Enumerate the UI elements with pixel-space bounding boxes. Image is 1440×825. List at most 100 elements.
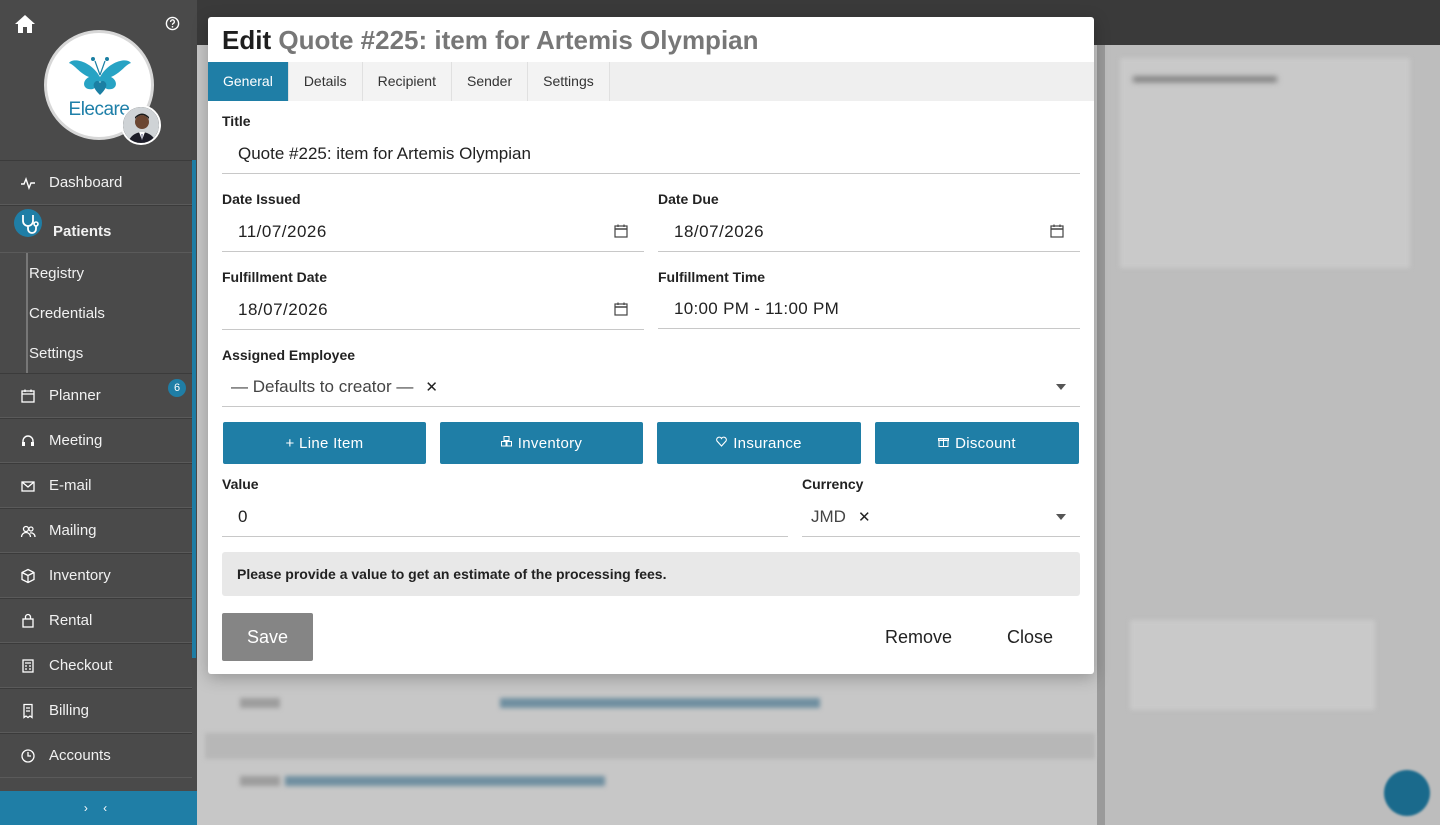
processing-fee-notice: Please provide a value to get an estimat… bbox=[222, 552, 1080, 596]
sidebar-item-dashboard[interactable]: Dashboard bbox=[0, 160, 192, 205]
value-label: Value bbox=[222, 476, 259, 492]
nav-active-indicator bbox=[192, 160, 196, 658]
currency-value: JMD bbox=[811, 506, 846, 526]
calendar-icon[interactable] bbox=[614, 302, 628, 316]
sidebar-item-label: Credentials bbox=[29, 304, 105, 322]
sidebar-collapse-toggle[interactable]: › ‹ bbox=[0, 791, 197, 825]
date-due-label: Date Due bbox=[658, 191, 719, 207]
fulfillment-date-value: 18/07/2026 bbox=[238, 299, 329, 319]
assigned-employee-label: Assigned Employee bbox=[222, 347, 356, 363]
sidebar-item-mailing[interactable]: Mailing bbox=[0, 508, 192, 553]
sidebar-header: Elecare bbox=[0, 0, 197, 160]
date-issued-value: 11/07/2026 bbox=[238, 221, 327, 241]
fulfillment-time-label: Fulfillment Time bbox=[658, 269, 766, 285]
background-row bbox=[210, 768, 1090, 798]
sidebar-item-label: Dashboard bbox=[49, 174, 123, 191]
save-button[interactable]: Save bbox=[222, 613, 313, 661]
sidebar-item-label: E-mail bbox=[49, 477, 92, 494]
fulfillment-time-value: 10:00 PM - 11:00 PM bbox=[674, 298, 840, 318]
mail-icon bbox=[21, 480, 35, 492]
inventory-button[interactable]: Inventory bbox=[440, 422, 643, 464]
receipt-icon bbox=[23, 703, 33, 719]
date-issued-label: Date Issued bbox=[222, 191, 301, 207]
box-icon bbox=[21, 568, 35, 583]
register-icon bbox=[22, 658, 34, 673]
avatar[interactable] bbox=[121, 105, 161, 145]
fulfillment-date-label: Fulfillment Date bbox=[222, 269, 328, 285]
sidebar-item-label: Meeting bbox=[49, 432, 103, 449]
edit-quote-dialog: Edit Quote #225: item for Artemis Olympi… bbox=[208, 17, 1094, 674]
fulfillment-date-input[interactable]: 18/07/2026 bbox=[222, 290, 644, 330]
add-line-item-button[interactable]: + Line Item bbox=[223, 422, 426, 464]
sidebar-item-inventory[interactable]: Inventory bbox=[0, 553, 192, 598]
background-patient-name: ▬▬▬▬▬▬▬▬ bbox=[1133, 66, 1277, 86]
date-due-value: 18/07/2026 bbox=[674, 221, 765, 241]
clear-icon[interactable]: ✕ bbox=[858, 508, 871, 526]
sidebar-item-billing[interactable]: Billing bbox=[0, 688, 192, 733]
date-due-input[interactable]: 18/07/2026 bbox=[658, 212, 1080, 252]
dialog-title: Edit Quote #225: item for Artemis Olympi… bbox=[222, 25, 759, 56]
value-input[interactable]: 0 bbox=[222, 497, 788, 537]
tab-details[interactable]: Details bbox=[288, 62, 363, 101]
sidebar-item-label: Inventory bbox=[49, 567, 111, 584]
sidebar-item-label: Rental bbox=[49, 612, 93, 629]
sidebar-item-label: Patients bbox=[53, 223, 112, 240]
date-issued-input[interactable]: 11/07/2026 bbox=[222, 212, 644, 252]
sidebar-item-meeting[interactable]: Meeting bbox=[0, 418, 192, 463]
chevron-down-icon[interactable] bbox=[1056, 384, 1066, 390]
sidebar-item-label: Mailing bbox=[49, 522, 97, 539]
sidebar-subitem-settings[interactable]: Settings bbox=[2, 333, 192, 373]
calendar-icon[interactable] bbox=[614, 224, 628, 238]
clock-icon bbox=[21, 748, 35, 763]
clear-icon[interactable]: ✕ bbox=[425, 378, 438, 396]
home-icon[interactable] bbox=[14, 14, 36, 34]
stethoscope-icon bbox=[14, 209, 42, 237]
sidebar: Elecare Dashboard Patients Registry Cred… bbox=[0, 0, 197, 825]
currency-select[interactable]: JMD ✕ bbox=[802, 497, 1080, 537]
calendar-icon bbox=[21, 389, 35, 403]
users-icon bbox=[20, 525, 36, 537]
activity-icon bbox=[21, 176, 35, 190]
tab-settings[interactable]: Settings bbox=[528, 62, 610, 101]
dialog-title-action: Edit bbox=[222, 25, 272, 55]
sidebar-item-label: Billing bbox=[49, 702, 90, 719]
tab-recipient[interactable]: Recipient bbox=[362, 62, 452, 101]
sidebar-subitem-registry[interactable]: Registry bbox=[2, 253, 192, 293]
heart-icon bbox=[716, 436, 728, 450]
sidebar-item-patients[interactable]: Patients bbox=[0, 205, 192, 253]
dialog-title-quote: Quote #225: item for Artemis Olympian bbox=[278, 25, 759, 55]
sidebar-item-label: Registry bbox=[29, 264, 85, 282]
sidebar-nav: Dashboard Patients Registry Credentials … bbox=[0, 160, 192, 778]
patients-submenu: Registry Credentials Settings bbox=[26, 253, 192, 373]
sidebar-subitem-credentials[interactable]: Credentials bbox=[2, 293, 192, 333]
sidebar-item-accounts[interactable]: Accounts bbox=[0, 733, 192, 778]
help-icon[interactable] bbox=[165, 16, 180, 31]
assigned-employee-select[interactable]: — Defaults to creator — ✕ bbox=[222, 367, 1080, 407]
currency-label: Currency bbox=[802, 476, 864, 492]
calendar-icon[interactable] bbox=[1050, 224, 1064, 238]
user-photo bbox=[123, 107, 159, 143]
fulfillment-time-input[interactable]: 10:00 PM - 11:00 PM bbox=[658, 289, 1080, 329]
planner-count-badge: 6 bbox=[168, 379, 186, 397]
sidebar-item-label: Accounts bbox=[49, 747, 111, 764]
add-line-item-label: + Line Item bbox=[285, 434, 364, 452]
bag-icon bbox=[22, 613, 34, 628]
sidebar-item-label: Planner bbox=[49, 387, 101, 404]
boxes-icon bbox=[500, 436, 512, 450]
insurance-button[interactable]: Insurance bbox=[657, 422, 861, 464]
chevron-down-icon[interactable] bbox=[1056, 514, 1066, 520]
sidebar-item-planner[interactable]: Planner 6 bbox=[0, 373, 192, 418]
close-button[interactable]: Close bbox=[1007, 627, 1053, 648]
discount-button[interactable]: Discount bbox=[875, 422, 1079, 464]
sidebar-item-label: Settings bbox=[29, 344, 84, 362]
sidebar-item-checkout[interactable]: Checkout bbox=[0, 643, 192, 688]
title-input[interactable]: Quote #225: item for Artemis Olympian bbox=[222, 134, 1080, 174]
gift-icon bbox=[938, 436, 950, 450]
tab-sender[interactable]: Sender bbox=[451, 62, 529, 101]
tab-general[interactable]: General bbox=[208, 62, 289, 101]
remove-button[interactable]: Remove bbox=[885, 627, 952, 648]
sidebar-item-rental[interactable]: Rental bbox=[0, 598, 192, 643]
insurance-button-label: Insurance bbox=[733, 434, 802, 452]
sidebar-item-email[interactable]: E-mail bbox=[0, 463, 192, 508]
value-amount: 0 bbox=[238, 506, 248, 526]
